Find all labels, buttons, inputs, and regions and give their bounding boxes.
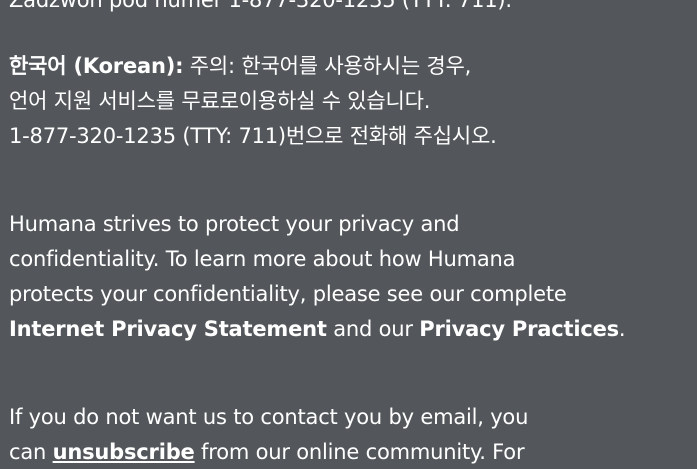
- unsubscribe-line-2-end: from our online community. For: [194, 440, 525, 464]
- korean-line-3: 1-877-320-1235 (TTY: 711)번으로 전화해 주십시오.: [9, 124, 497, 148]
- unsubscribe-line-2: can unsubscribe from our online communit…: [9, 435, 689, 469]
- privacy-line-3: protects your confidentiality, please se…: [9, 282, 567, 306]
- korean-language-label: 한국어 (Korean):: [9, 54, 184, 78]
- privacy-practices-link[interactable]: Privacy Practices: [419, 317, 619, 341]
- unsubscribe-link[interactable]: unsubscribe: [53, 440, 195, 464]
- privacy-period: .: [618, 317, 626, 341]
- and-our-text: and our: [326, 317, 420, 341]
- korean-line-2: 언어 지원 서비스를 무료로이용하실 수 있습니다.: [9, 89, 431, 113]
- internet-privacy-statement-link[interactable]: Internet Privacy Statement: [9, 317, 327, 341]
- email-footer: Zadzwoń pod numer 1-877-320-1235 (TTY: 7…: [0, 0, 697, 469]
- privacy-line-4: Internet Privacy Statement and our Priva…: [9, 312, 689, 347]
- unsubscribe-paragraph: If you do not want us to contact you by …: [9, 400, 689, 469]
- privacy-line-2: confidentiality. To learn more about how…: [9, 247, 516, 271]
- unsubscribe-line-1: If you do not want us to contact you by …: [9, 405, 529, 429]
- privacy-line-1: Humana strives to protect your privacy a…: [9, 212, 460, 236]
- privacy-paragraph: Humana strives to protect your privacy a…: [9, 207, 689, 347]
- korean-language-notice: 한국어 (Korean): 주의: 한국어를 사용하시는 경우, 언어 지원 서…: [9, 49, 689, 154]
- korean-line-1: 한국어 (Korean): 주의: 한국어를 사용하시는 경우,: [9, 49, 689, 84]
- polish-language-notice: Zadzwoń pod numer 1-877-320-1235 (TTY: 7…: [9, 0, 689, 18]
- polish-phone-line: Zadzwoń pod numer 1-877-320-1235 (TTY: 7…: [9, 0, 512, 12]
- korean-line-1-text: 주의: 한국어를 사용하시는 경우,: [183, 54, 472, 78]
- unsubscribe-line-2-start: can: [9, 440, 53, 464]
